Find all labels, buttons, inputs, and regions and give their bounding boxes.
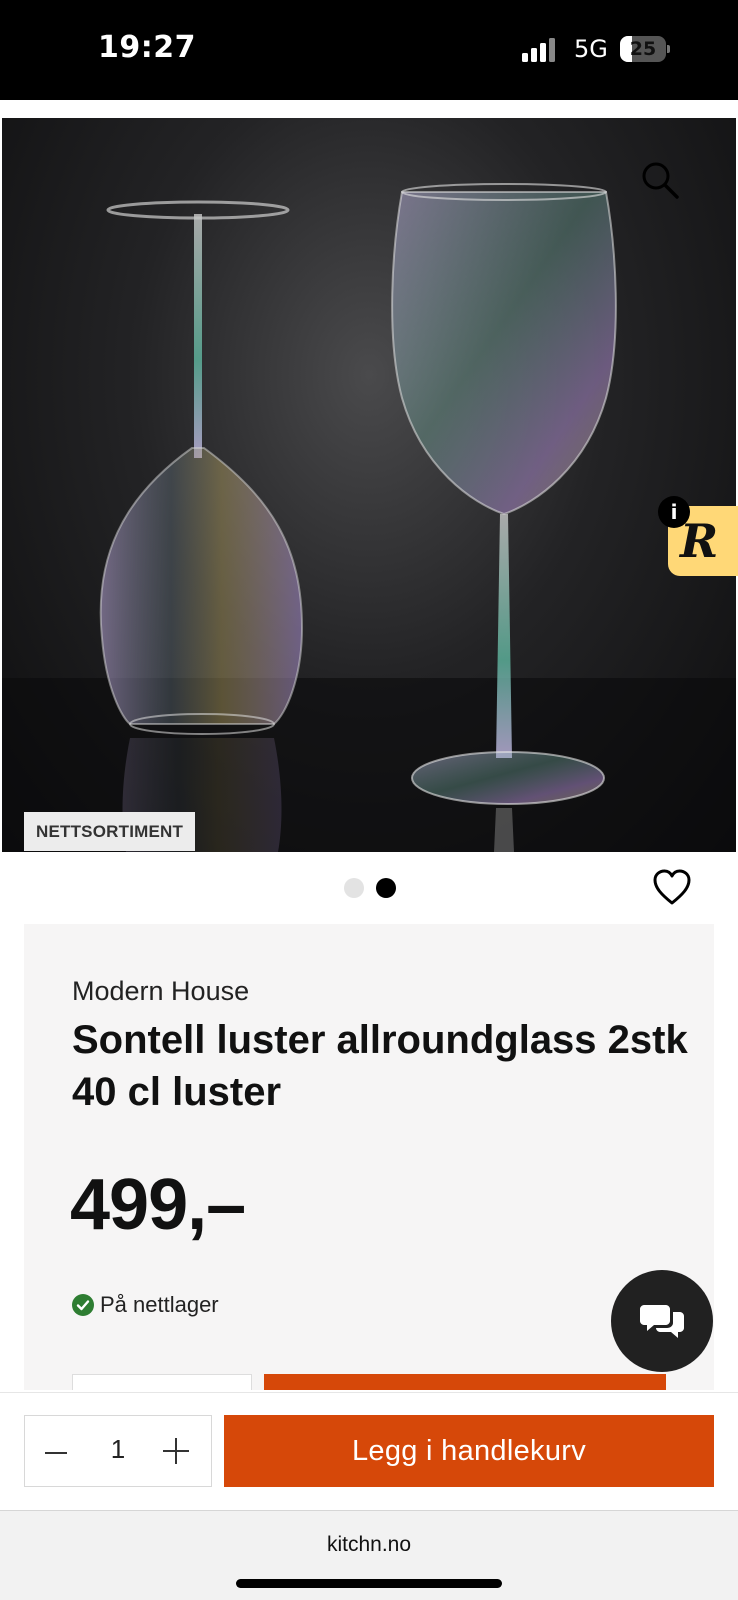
chat-button[interactable] <box>611 1270 713 1372</box>
image-pagination <box>344 878 404 898</box>
product-image[interactable] <box>2 118 736 852</box>
battery-icon: 25 <box>620 36 670 62</box>
stock-status: På nettlager <box>72 1290 219 1320</box>
inline-quantity-stepper[interactable] <box>72 1374 252 1390</box>
inline-add-to-cart-button[interactable] <box>264 1374 666 1390</box>
status-time: 19:27 <box>98 30 196 65</box>
product-title: Sontell luster allroundglass 2stk 40 cl … <box>72 1018 688 1114</box>
network-type: 5G <box>574 35 608 63</box>
status-bar: 19:27 5G 25 <box>0 0 738 100</box>
search-icon[interactable] <box>640 160 680 200</box>
pagination-dot-active[interactable] <box>376 878 396 898</box>
product-brand[interactable]: Modern House <box>72 976 249 1007</box>
plus-icon[interactable] <box>159 1434 193 1468</box>
browser-address-bar: kitchn.no <box>0 1510 738 1600</box>
heart-icon[interactable] <box>652 868 692 908</box>
url-text[interactable]: kitchn.no <box>0 1533 738 1557</box>
product-price: 499,– <box>70 1165 246 1245</box>
wine-glasses-image <box>2 183 736 852</box>
pagination-dot[interactable] <box>344 878 364 898</box>
add-to-cart-button[interactable]: Legg i handlekurv <box>224 1415 714 1487</box>
home-indicator[interactable] <box>236 1579 502 1588</box>
quantity-value[interactable]: 1 <box>95 1434 141 1465</box>
purchase-bar: 1 Legg i handlekurv <box>0 1392 738 1510</box>
product-badge: NETTSORTIMENT <box>24 812 196 851</box>
chat-bubbles-icon <box>640 1305 684 1338</box>
minus-icon[interactable] <box>39 1436 73 1470</box>
battery-level: 25 <box>629 38 657 60</box>
stock-status-label: På nettlager <box>100 1292 219 1317</box>
quantity-stepper: 1 <box>24 1415 212 1487</box>
check-circle-icon <box>72 1294 94 1316</box>
signal-icon <box>522 38 555 62</box>
info-icon[interactable]: i <box>658 496 690 528</box>
